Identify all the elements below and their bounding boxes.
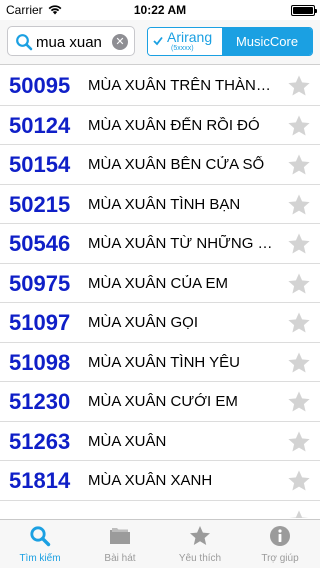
favorite-star-icon[interactable] bbox=[287, 430, 311, 454]
song-title: MÙA XUÂN bbox=[88, 432, 167, 450]
checkmark-icon bbox=[153, 36, 163, 46]
song-code: 51263 bbox=[9, 428, 71, 454]
song-title: MÙA XUÂN ĐẾN RỒI ĐÓ bbox=[88, 116, 260, 134]
favorite-star-icon[interactable] bbox=[287, 311, 311, 335]
tab-help-label: Trợ giúp bbox=[261, 553, 299, 564]
song-row[interactable]: 50154 MÙA XUÂN BÊN CỬA SỔ bbox=[0, 145, 320, 185]
favorite-star-icon[interactable] bbox=[287, 74, 311, 98]
segment-musiccore-label: MusicCore bbox=[235, 34, 299, 49]
search-box[interactable]: ✕ bbox=[7, 26, 135, 56]
battery-icon bbox=[291, 5, 317, 16]
song-row[interactable]: 51263 MÙA XUÂN bbox=[0, 422, 320, 461]
song-title: MÙA XUÂN TÌNH BẠN bbox=[88, 195, 241, 213]
song-code: 51098 bbox=[9, 349, 71, 375]
song-row[interactable]: 50546 MÙA XUÂN TỪ NHỮNG GIẾNG DẦU bbox=[0, 224, 320, 264]
segment-arirang[interactable]: Arirang (5xxxx) bbox=[148, 28, 222, 55]
song-row[interactable]: 50215 MÙA XUÂN TÌNH BẠN bbox=[0, 185, 320, 224]
segment-arirang-range: (5xxxx) bbox=[171, 45, 194, 52]
song-code: 50975 bbox=[9, 270, 71, 296]
search-icon bbox=[16, 34, 33, 51]
favorite-star-icon[interactable] bbox=[287, 153, 311, 177]
song-code: 50095 bbox=[9, 73, 71, 98]
segment-arirang-label: Arirang bbox=[167, 29, 213, 45]
info-icon bbox=[270, 526, 290, 546]
favorite-star-icon[interactable] bbox=[287, 469, 311, 493]
search-icon bbox=[30, 526, 51, 547]
tab-favorites[interactable]: Yêu thích bbox=[160, 520, 240, 568]
favorite-star-icon[interactable] bbox=[287, 390, 311, 414]
song-row[interactable]: 51098 MÙA XUÂN TÌNH YÊU bbox=[0, 343, 320, 382]
status-bar: Carrier 10:22 AM bbox=[0, 0, 320, 20]
tab-bar: Tìm kiếm Bài hát Yêu thích Trợ giúp bbox=[0, 519, 320, 568]
song-title: MÙA XUÂN GỌI bbox=[88, 314, 199, 331]
favorite-star-icon[interactable] bbox=[287, 193, 311, 217]
tab-search[interactable]: Tìm kiếm bbox=[0, 520, 80, 568]
favorite-star-icon[interactable] bbox=[287, 114, 311, 138]
favorite-star-icon[interactable] bbox=[287, 509, 311, 519]
tab-songs-label: Bài hát bbox=[104, 553, 136, 564]
song-title: MÙA XUÂN TỪ NHỮNG GIẾNG DẦU bbox=[88, 235, 276, 252]
song-code: 50546 bbox=[9, 231, 71, 256]
song-row[interactable] bbox=[0, 501, 320, 519]
catalog-segmented-control: Arirang (5xxxx) MusicCore bbox=[147, 27, 313, 56]
song-row[interactable]: 50975 MÙA XUÂN CỦA EM bbox=[0, 264, 320, 303]
tab-search-label: Tìm kiếm bbox=[19, 553, 61, 564]
favorite-star-icon[interactable] bbox=[287, 232, 311, 256]
song-list: 50095 MÙA XUÂN TRÊN THÀNH PHỐ HỒ CHÍ MINH… bbox=[0, 66, 320, 518]
song-code: 51230 bbox=[9, 389, 71, 414]
tab-help[interactable]: Trợ giúp bbox=[240, 520, 320, 568]
song-title: MÙA XUÂN TRÊN THÀNH PHỐ HỒ CHÍ MINH bbox=[88, 77, 276, 94]
folder-icon bbox=[110, 528, 130, 544]
tab-songs[interactable]: Bài hát bbox=[80, 520, 160, 568]
tab-favorites-label: Yêu thích bbox=[178, 553, 222, 564]
song-title: MÙA XUÂN XANH bbox=[88, 472, 213, 489]
song-code: 50154 bbox=[9, 152, 71, 177]
song-title: MÙA XUÂN CỦA EM bbox=[88, 274, 229, 292]
song-row[interactable]: 51230 MÙA XUÂN CƯỚI EM bbox=[0, 382, 320, 422]
song-code: 51097 bbox=[9, 310, 71, 335]
song-code: 50215 bbox=[9, 191, 71, 217]
song-title: MÙA XUÂN BÊN CỬA SỔ bbox=[88, 156, 265, 173]
song-title: MÙA XUÂN TÌNH YÊU bbox=[88, 353, 240, 371]
song-code: 50124 bbox=[9, 112, 71, 138]
song-row[interactable]: 50124 MÙA XUÂN ĐẾN RỒI ĐÓ bbox=[0, 106, 320, 145]
status-time: 10:22 AM bbox=[133, 3, 187, 17]
song-code: 51814 bbox=[9, 468, 71, 493]
search-header: ✕ Arirang (5xxxx) MusicCore bbox=[0, 20, 320, 65]
song-row[interactable]: 50095 MÙA XUÂN TRÊN THÀNH PHỐ HỒ CHÍ MINH bbox=[0, 66, 320, 106]
song-title: MÙA XUÂN CƯỚI EM bbox=[88, 393, 238, 410]
search-input[interactable] bbox=[36, 31, 114, 53]
song-row[interactable]: 51097 MÙA XUÂN GỌI bbox=[0, 303, 320, 343]
song-row[interactable]: 51814 MÙA XUÂN XANH bbox=[0, 461, 320, 501]
favorite-star-icon[interactable] bbox=[287, 272, 311, 296]
segment-musiccore[interactable]: MusicCore bbox=[222, 28, 312, 55]
clear-search-icon[interactable]: ✕ bbox=[112, 34, 128, 50]
favorite-star-icon[interactable] bbox=[287, 351, 311, 375]
star-icon bbox=[190, 526, 210, 545]
